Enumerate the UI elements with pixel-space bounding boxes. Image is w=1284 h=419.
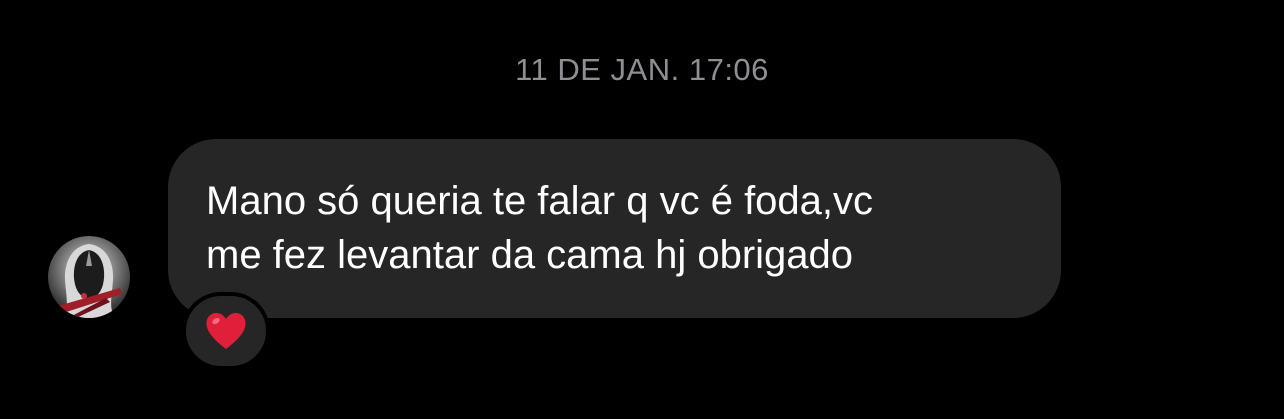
sender-avatar[interactable] bbox=[48, 236, 130, 318]
red-heart-icon bbox=[206, 313, 246, 349]
message-line-1: Mano só queria te falar q vc é foda,vc bbox=[206, 179, 874, 223]
message-line-2: me fez levantar da cama hj obrigado bbox=[206, 233, 854, 277]
chat-timestamp: 11 DE JAN. 17:06 bbox=[515, 52, 769, 87]
reaction-badge[interactable] bbox=[182, 292, 270, 370]
hooded-figure-icon bbox=[58, 244, 122, 318]
message-bubble[interactable]: Mano só queria te falar q vc é foda,vc m… bbox=[168, 139, 1061, 318]
